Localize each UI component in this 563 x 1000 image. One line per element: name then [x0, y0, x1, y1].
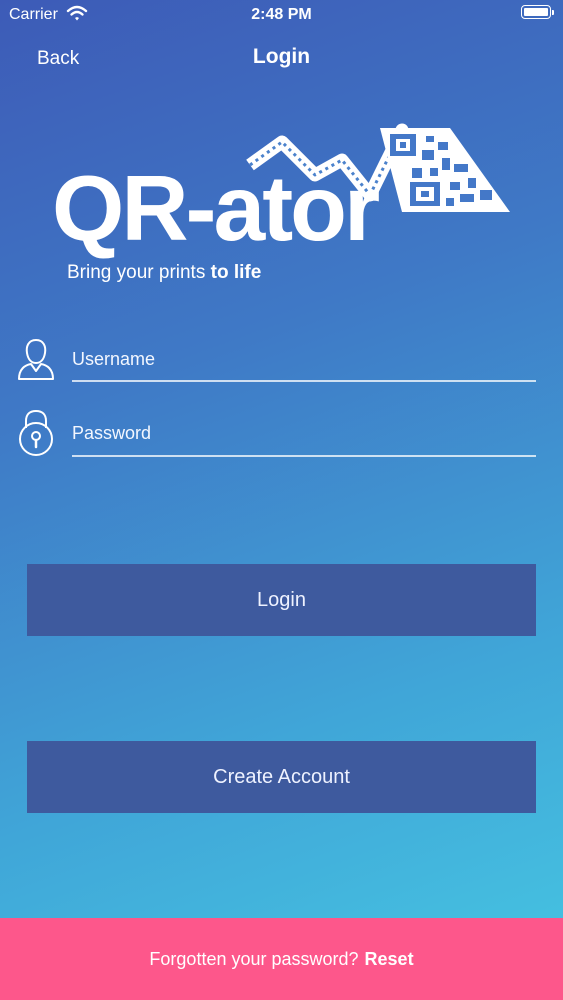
page-title: Login: [252, 45, 311, 68]
create-account-button[interactable]: Create Account: [27, 741, 536, 813]
tagline: Bring your prints to life: [67, 262, 261, 284]
battery-icon: [521, 5, 554, 19]
status-time: 2:48 PM: [251, 6, 312, 23]
username-input[interactable]: Username: [72, 349, 155, 370]
lock-icon: [16, 408, 56, 463]
login-button[interactable]: Login: [27, 564, 536, 636]
tagline-emphasis: to life: [210, 262, 262, 283]
status-bar: Carrier 2:48 PM: [0, 0, 563, 30]
password-underline: [72, 455, 536, 457]
reset-link[interactable]: Reset: [365, 949, 414, 970]
forgot-password-text: Forgotten your password?: [149, 948, 359, 969]
tagline-prefix: Bring your prints: [67, 262, 211, 283]
username-underline: [72, 380, 536, 382]
forgot-password-bar: Forgotten your password? Reset: [0, 918, 563, 1000]
password-input[interactable]: Password: [72, 423, 151, 444]
user-icon: [16, 336, 56, 387]
logo-wordmark: QR-ator: [52, 156, 380, 260]
